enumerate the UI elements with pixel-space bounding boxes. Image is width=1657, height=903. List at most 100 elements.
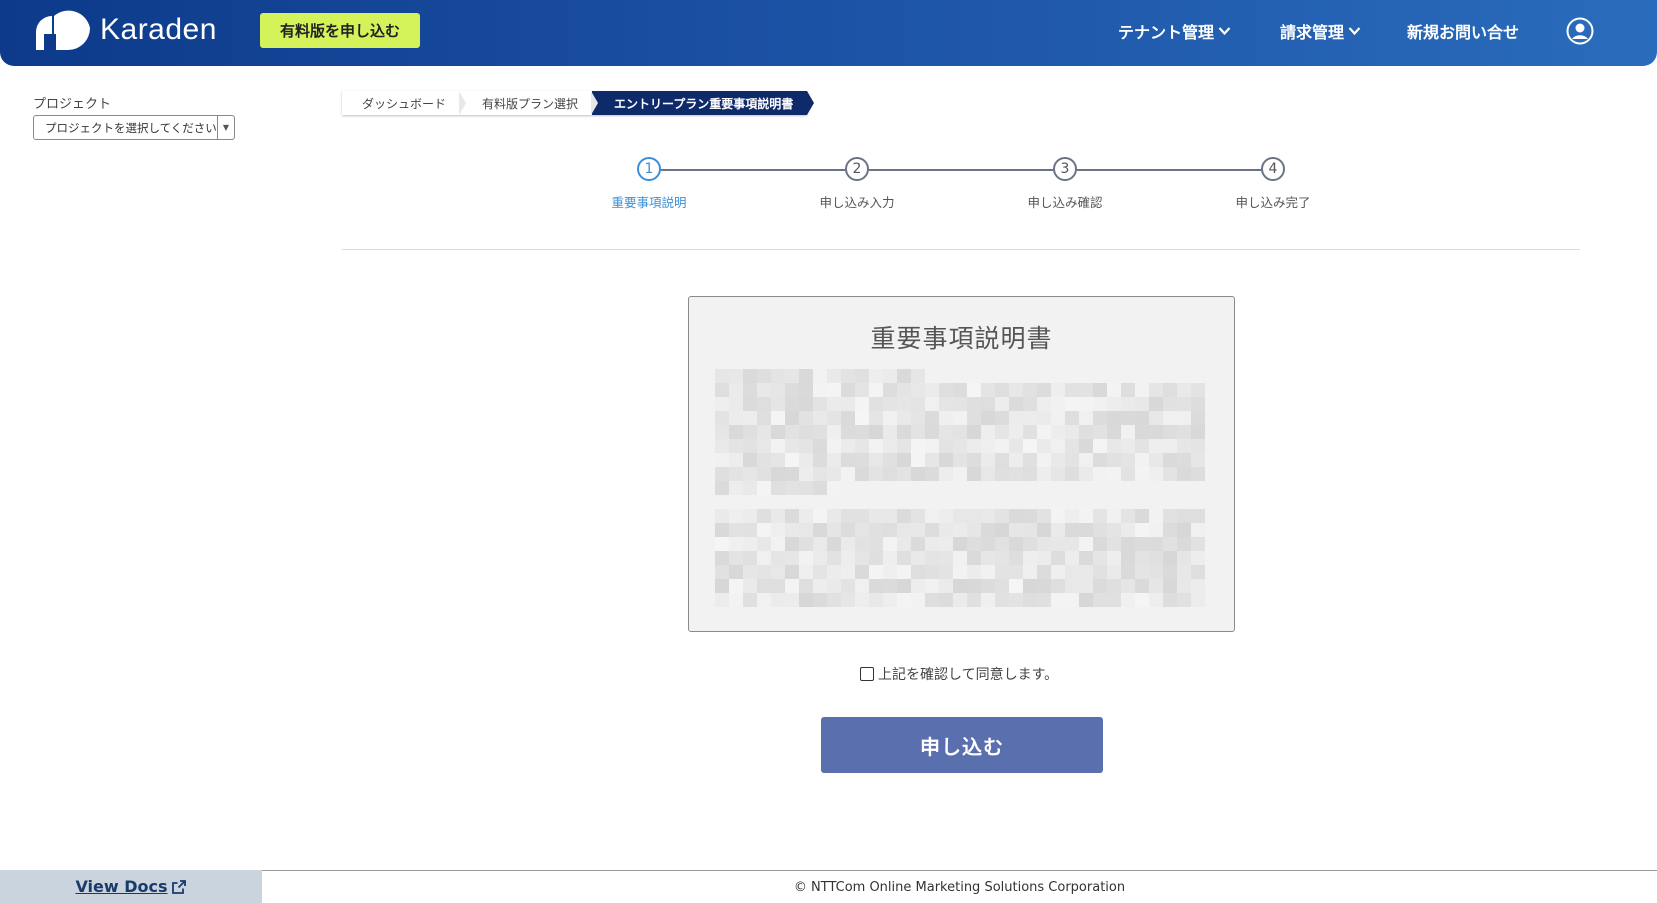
redaction-pixel bbox=[813, 369, 827, 383]
redaction-pixel bbox=[1065, 565, 1079, 579]
redaction-pixel bbox=[1051, 523, 1065, 537]
redaction-pixel bbox=[771, 411, 785, 425]
redaction-pixel bbox=[925, 509, 939, 523]
redaction-pixel bbox=[1177, 579, 1191, 593]
logo[interactable]: Karaden bbox=[34, 8, 217, 52]
redaction-pixel bbox=[869, 509, 883, 523]
agree-label: 上記を確認して同意します。 bbox=[878, 667, 1059, 683]
redaction-pixel bbox=[1037, 411, 1051, 425]
submit-button[interactable]: 申し込む bbox=[821, 717, 1103, 773]
redaction-pixel bbox=[911, 369, 925, 383]
redaction-pixel bbox=[855, 439, 869, 453]
redaction-pixel bbox=[1149, 579, 1163, 593]
redaction-pixel bbox=[1135, 439, 1149, 453]
redaction-pixel bbox=[855, 411, 869, 425]
redaction-pixel bbox=[1037, 509, 1051, 523]
breadcrumb-separator bbox=[591, 91, 599, 115]
redaction-pixel bbox=[813, 481, 827, 495]
redaction-pixel bbox=[1149, 523, 1163, 537]
redaction-pixel bbox=[1121, 579, 1135, 593]
redaction-pixel bbox=[925, 537, 939, 551]
redaction-pixel bbox=[729, 509, 743, 523]
redaction-pixel bbox=[1051, 453, 1065, 467]
redaction-pixel bbox=[799, 565, 813, 579]
redaction-pixel bbox=[953, 551, 967, 565]
redaction-pixel bbox=[1093, 467, 1107, 481]
redaction-pixel bbox=[855, 453, 869, 467]
redaction-pixel bbox=[729, 537, 743, 551]
redaction-pixel bbox=[799, 411, 813, 425]
section-divider bbox=[342, 249, 1580, 250]
view-docs-label: View Docs bbox=[75, 877, 168, 896]
redaction-pixel bbox=[715, 579, 729, 593]
redaction-pixel bbox=[883, 439, 897, 453]
redaction-pixel bbox=[855, 551, 869, 565]
redaction-pixel bbox=[1009, 593, 1023, 607]
redaction-pixel bbox=[1093, 397, 1107, 411]
redaction-pixel bbox=[729, 439, 743, 453]
redaction-pixel bbox=[855, 509, 869, 523]
breadcrumb-plan-select[interactable]: 有料版プラン選択 bbox=[460, 91, 599, 115]
step-1-circle: 1 bbox=[637, 157, 661, 181]
redaction-pixel bbox=[911, 467, 925, 481]
agree-checkbox[interactable] bbox=[860, 667, 874, 681]
redaction-pixel bbox=[1065, 467, 1079, 481]
view-docs-link[interactable]: View Docs bbox=[75, 877, 186, 896]
redaction-pixel bbox=[897, 509, 911, 523]
redaction-pixel bbox=[715, 565, 729, 579]
breadcrumb-dashboard[interactable]: ダッシュボード bbox=[342, 91, 467, 115]
redaction-pixel bbox=[827, 565, 841, 579]
redaction-pixel bbox=[841, 467, 855, 481]
upgrade-button[interactable]: 有料版を申し込む bbox=[260, 13, 420, 48]
redaction-pixel bbox=[1093, 411, 1107, 425]
nav-tenant-management[interactable]: テナント管理 bbox=[1118, 0, 1231, 62]
redaction-pixel bbox=[995, 411, 1009, 425]
redaction-pixel bbox=[855, 593, 869, 607]
redaction-pixel bbox=[925, 579, 939, 593]
redaction-pixel bbox=[715, 509, 729, 523]
nav-new-inquiry[interactable]: 新規お問い合せ bbox=[1407, 0, 1519, 62]
redaction-pixel bbox=[813, 467, 827, 481]
redaction-pixel bbox=[1191, 425, 1205, 439]
redaction-pixel bbox=[729, 593, 743, 607]
redaction-pixel bbox=[911, 593, 925, 607]
redaction-pixel bbox=[743, 551, 757, 565]
account-icon[interactable] bbox=[1566, 17, 1594, 45]
redaction-pixel bbox=[1065, 593, 1079, 607]
nav-billing-management[interactable]: 請求管理 bbox=[1280, 0, 1361, 62]
breadcrumb-label: 有料版プラン選択 bbox=[482, 96, 579, 111]
redaction-pixel bbox=[771, 593, 785, 607]
redaction-pixel bbox=[897, 551, 911, 565]
redaction-pixel bbox=[771, 467, 785, 481]
redaction-pixel bbox=[1135, 509, 1149, 523]
step-3-label: 申し込み確認 bbox=[1027, 195, 1103, 210]
redaction-pixel bbox=[855, 383, 869, 397]
redaction-pixel bbox=[1023, 439, 1037, 453]
redaction-pixel bbox=[869, 593, 883, 607]
redaction-pixel bbox=[855, 467, 869, 481]
redaction-pixel bbox=[953, 537, 967, 551]
redaction-pixel bbox=[911, 411, 925, 425]
redaction-pixel bbox=[771, 425, 785, 439]
agree-checkbox-row[interactable]: 上記を確認して同意します。 bbox=[860, 664, 1058, 684]
redaction-pixel bbox=[729, 579, 743, 593]
redaction-pixel bbox=[757, 411, 771, 425]
redaction-pixel bbox=[743, 453, 757, 467]
redaction-pixel bbox=[1093, 453, 1107, 467]
redaction-pixel bbox=[1023, 537, 1037, 551]
project-select[interactable]: プロジェクトを選択してください ▼ bbox=[33, 115, 235, 140]
redaction-pixel bbox=[1163, 537, 1177, 551]
redaction-pixel bbox=[953, 453, 967, 467]
redaction-pixel bbox=[953, 579, 967, 593]
redaction-pixel bbox=[855, 397, 869, 411]
redaction-pixel bbox=[743, 467, 757, 481]
redaction-pixel bbox=[1121, 523, 1135, 537]
redacted-document-text bbox=[715, 369, 1205, 609]
redaction-pixel bbox=[785, 411, 799, 425]
redaction-pixel bbox=[785, 383, 799, 397]
nav-label: 新規お問い合せ bbox=[1407, 23, 1520, 42]
redaction-pixel bbox=[995, 383, 1009, 397]
redaction-pixel bbox=[1177, 537, 1191, 551]
redaction-pixel bbox=[939, 467, 953, 481]
redaction-pixel bbox=[1177, 565, 1191, 579]
